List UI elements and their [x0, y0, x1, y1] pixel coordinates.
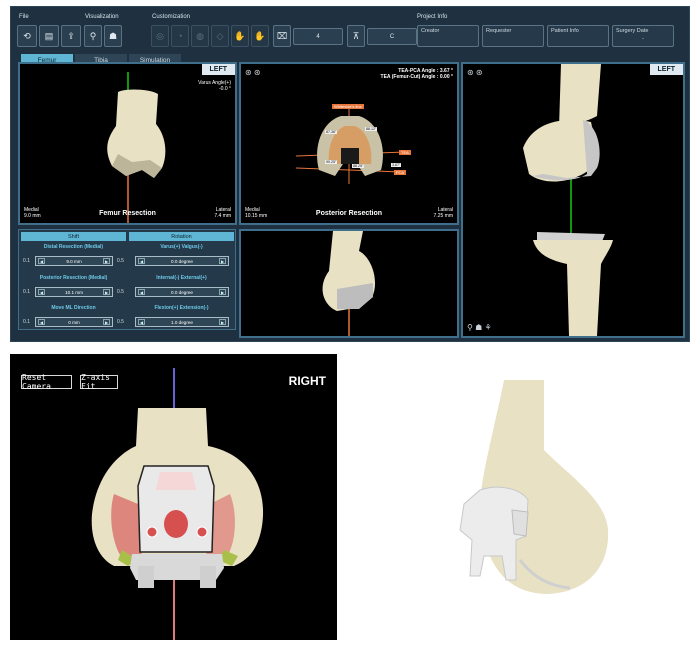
- custom-tool-6-icon[interactable]: ✋: [251, 25, 269, 47]
- pca-tag: PCA: [394, 170, 407, 175]
- femur-resection-view[interactable]: LEFT Varus Angle(+) -0.0 ° Medial 9.0 mm L…: [18, 62, 237, 225]
- whiteside-line-tag: Whiteside's line: [332, 104, 364, 109]
- angle-tag: 88.12°: [365, 127, 378, 132]
- export-icon[interactable]: ⇪: [61, 25, 81, 47]
- move-ml-label: Move ML Direction: [51, 305, 96, 311]
- resection-controls: Shift Rotation Distal Resection (Medial)…: [18, 229, 236, 330]
- varus-valgus-stepper[interactable]: ◀ 0.0 degree ▶: [135, 256, 229, 266]
- menu-customization[interactable]: Customization: [152, 14, 190, 20]
- view-title: Femur Resection: [99, 210, 156, 217]
- surgery-date-field[interactable]: Surgery Date -: [612, 25, 674, 47]
- sagittal-femur-render: [322, 231, 376, 336]
- distal-resection-stepper[interactable]: ◀ 9.0 mm ▶: [35, 256, 113, 266]
- view-mode-icons[interactable]: ⚲ ☗ ⚘: [467, 323, 492, 332]
- creator-field[interactable]: Creator: [417, 25, 479, 47]
- custom-tool-1-icon[interactable]: ◎: [151, 25, 169, 47]
- implant-3d-viewer[interactable]: Reset Camera Z-axis Fit RIGHT: [10, 354, 337, 640]
- posterior-femur-render: [295, 108, 407, 184]
- angle-tag: 87.36°: [325, 130, 338, 135]
- sagittal-femur-view[interactable]: [239, 229, 459, 338]
- internal-external-label: Internal(-) External(+): [156, 275, 207, 281]
- custom-tool-4-icon[interactable]: ◇: [211, 25, 229, 47]
- shift-header: Shift: [21, 232, 126, 241]
- move-ml-stepper[interactable]: ◀ 0 mm ▶: [35, 317, 113, 327]
- new-project-icon[interactable]: ⟲: [17, 25, 37, 47]
- patient-info-field[interactable]: Patient Info: [547, 25, 609, 47]
- menu-visualization[interactable]: Visualization: [85, 14, 119, 20]
- knee-implant-render: [91, 368, 264, 640]
- flexion-extension-label: Flexion(+) Extension(-): [154, 305, 209, 311]
- lateral-knee-view[interactable]: LEFT ⊛ ⊛ ⚲ ☗ ⚘: [461, 62, 685, 338]
- angle-tag: 88.25°: [352, 164, 365, 169]
- tibia-size-stepper[interactable]: C: [367, 28, 417, 45]
- menu-project-info[interactable]: Project Info: [417, 14, 447, 20]
- flexion-extension-stepper[interactable]: ◀ 1.0 degree ▶: [135, 317, 229, 327]
- femur-size-icon: ⌧: [273, 25, 291, 47]
- internal-external-stepper[interactable]: ◀ 0.0 degree ▶: [135, 287, 229, 297]
- menu-file[interactable]: File: [19, 14, 29, 20]
- posterior-resection-stepper[interactable]: ◀ 10.1 mm ▶: [35, 287, 113, 297]
- distal-resection-label: Distal Resection (Medial): [43, 244, 104, 250]
- lateral-knee-render: [523, 64, 613, 336]
- open-file-icon[interactable]: ▤: [39, 25, 59, 47]
- femur-implant-render: [459, 380, 609, 594]
- femur-size-value: 4: [316, 33, 320, 40]
- view-title: Posterior Resection: [315, 210, 383, 217]
- custom-tool-2-icon[interactable]: ◔: [171, 25, 189, 47]
- tibia-size-icon: ⊼: [347, 25, 365, 47]
- angle-tag: 90.25°: [325, 160, 338, 165]
- custom-tool-5-icon[interactable]: ✋: [231, 25, 249, 47]
- varus-valgus-label: Varus(+) Valgus(-): [160, 244, 203, 250]
- posterior-resection-label: Posterior Resection (Medial): [39, 275, 108, 281]
- femur-size-stepper[interactable]: 4: [293, 28, 343, 45]
- posterior-resection-view[interactable]: TEA-PCA Angle : 3.67 ° TEA (Femur-Cut) An…: [239, 62, 459, 225]
- implant-view-icon[interactable]: ☗: [104, 25, 122, 47]
- rotation-header: Rotation: [129, 232, 234, 241]
- angle-tag: 3.67°: [391, 163, 402, 168]
- requester-field[interactable]: Requester: [482, 25, 544, 47]
- tibia-size-value: C: [389, 33, 395, 40]
- bone-view-icon[interactable]: ⚲: [84, 25, 102, 47]
- femur-bone-render: [107, 72, 166, 223]
- tea-tag: TEA: [399, 150, 411, 155]
- custom-tool-3-icon[interactable]: ◍: [191, 25, 209, 47]
